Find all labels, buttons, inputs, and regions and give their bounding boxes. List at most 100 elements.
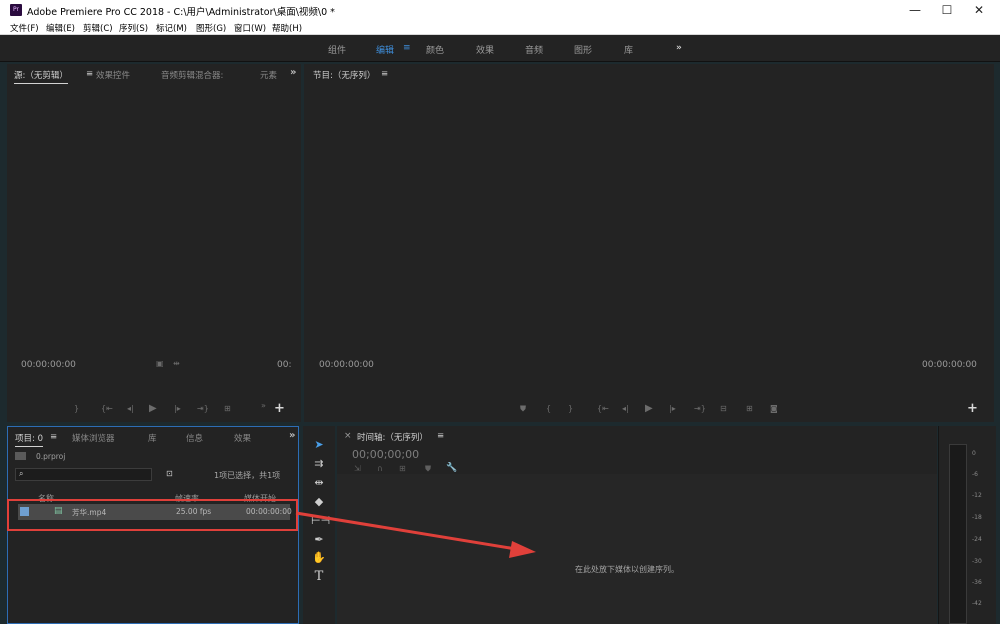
menu-edit[interactable]: 编辑(E) [46,22,75,34]
add-marker-icon[interactable]: ⛊ [520,404,526,414]
drag-audio-icon[interactable]: ⇹ [173,359,180,368]
menu-marker[interactable]: 标记(M) [156,22,187,34]
selection-info: 1项已选择，共1项 [214,471,281,480]
insert-sequence-icon[interactable]: ⇲ [354,464,361,473]
track-select-tool-icon[interactable]: ⇉ [311,456,327,472]
title-bar: Pr Adobe Premiere Pro CC 2018 - C:\用户\Ad… [0,0,1000,21]
program-timecode: 00:00:00:00 [319,360,374,370]
program-panel-tabs: 节目:（无序列） ≡ [304,64,994,81]
mark-out-icon[interactable]: } [74,404,79,413]
menu-graphics[interactable]: 图形(G) [196,22,226,34]
close-button[interactable]: ✕ [962,0,996,21]
meter-label: -36 [972,579,982,586]
tab-effects[interactable]: 效果 [234,432,251,444]
search-icon: ⌕ [19,469,24,478]
play-icon[interactable]: ▶ [149,403,157,414]
workspace-color[interactable]: 颜色 [426,43,444,56]
menu-clip[interactable]: 剪辑(C) [83,22,113,34]
linked-selection-icon[interactable]: ⊞ [399,464,406,473]
source-panel-tabs: 源:（无剪辑） ≡ 效果控件 音频剪辑混合器: 元素 » [7,64,301,84]
tab-info[interactable]: 信息 [186,432,203,444]
insert-icon[interactable]: ⊞ [224,404,231,413]
selection-tool-icon[interactable]: ➤ [311,437,327,453]
menu-file[interactable]: 文件(F) [10,22,39,34]
menu-bar: 文件(F) 编辑(E) 剪辑(C) 序列(S) 标记(M) 图形(G) 窗口(W… [0,21,1000,35]
timeline-timecode: 00;00;00;00 [352,448,420,461]
window-title: Adobe Premiere Pro CC 2018 - C:\用户\Admin… [27,7,335,18]
step-back-icon[interactable]: ◂| [127,404,134,413]
mark-in-icon[interactable]: { [546,404,551,413]
extract-icon[interactable]: ⊞ [746,404,753,413]
type-tool-icon[interactable]: T [311,569,327,585]
program-add-button-icon[interactable]: + [967,401,978,416]
project-panel-tabs: 项目: 0 ≡ 媒体浏览器 库 信息 效果 » [8,427,298,447]
step-back-icon[interactable]: ◂| [622,404,629,413]
tab-media-browser[interactable]: 媒体浏览器 [72,432,115,444]
source-duration: 00: [277,360,292,370]
source-monitor-panel: 源:（无剪辑） ≡ 效果控件 音频剪辑混合器: 元素 » 00:00:00:00… [7,64,301,422]
workspace-assembly[interactable]: 组件 [328,43,346,56]
meter-label: -6 [972,471,978,478]
source-more-controls-icon[interactable]: » [261,401,266,410]
hand-tool-icon[interactable]: ✋ [311,550,327,566]
meter-label: -30 [972,558,982,565]
workspace-audio[interactable]: 音频 [525,43,543,56]
workspace-more-button[interactable]: » [676,43,682,53]
drag-video-icon[interactable]: ▣ [156,359,164,368]
snap-icon[interactable]: ∩ [377,464,383,473]
tab-audio-clip-mixer[interactable]: 音频剪辑混合器: [161,69,223,81]
audio-meter-panel: 0 -6 -12 -18 -24 -30 -36 -42 [938,426,996,624]
export-frame-icon[interactable]: ◙ [770,404,778,413]
folder-icon [15,452,26,460]
workspace-menu-icon[interactable]: ≡ [403,43,411,53]
menu-help[interactable]: 帮助(H) [272,22,302,34]
workspace-graphics[interactable]: 图形 [574,43,592,56]
program-panel-menu-icon[interactable]: ≡ [381,69,388,79]
new-bin-from-search-icon[interactable]: ⊡ [166,469,173,478]
add-marker-icon[interactable]: ⛊ [425,464,431,474]
workspace-libraries[interactable]: 库 [624,43,633,56]
source-add-button-icon[interactable]: + [274,401,285,416]
project-panel-more-button[interactable]: » [289,430,295,441]
program-monitor-panel: 节目:（无序列） ≡ 00:00:00:00 00:00:00:00 ⛊ { }… [304,64,994,422]
search-input[interactable]: ⌕ [15,468,152,481]
project-panel-menu-icon[interactable]: ≡ [50,432,57,442]
razor-tool-icon[interactable]: ◆ [311,494,327,510]
wrench-icon[interactable]: 🔧 [446,463,457,473]
go-to-out-icon[interactable]: ⇥} [694,404,706,413]
meter-label: -42 [972,600,982,607]
timeline-close-button[interactable]: × [344,431,352,441]
menu-sequence[interactable]: 序列(S) [119,22,148,34]
lift-icon[interactable]: ⊟ [720,404,727,413]
ripple-edit-tool-icon[interactable]: ⇹ [311,475,327,491]
tab-libraries[interactable]: 库 [148,432,157,444]
timeline-track-area[interactable]: 在此处放下媒体以创建序列。 [337,474,937,624]
tab-source[interactable]: 源:（无剪辑） [14,69,68,84]
meter-label: -18 [972,514,982,521]
tab-essential[interactable]: 元素 [260,69,278,81]
source-panel-more-button[interactable]: » [290,67,296,78]
tab-effect-controls[interactable]: 效果控件 [96,69,130,81]
audio-level-bar [949,444,967,624]
go-to-out-icon[interactable]: ⇥} [197,404,209,413]
mark-out-icon[interactable]: } [568,404,573,413]
pen-tool-icon[interactable]: ✒ [311,532,327,548]
tab-program[interactable]: 节目:（无序列） [313,69,375,81]
workspace-effects[interactable]: 效果 [476,43,494,56]
source-panel-menu-icon[interactable]: ≡ [86,69,93,79]
go-to-in-icon[interactable]: {⇤ [101,404,113,413]
go-to-in-icon[interactable]: {⇤ [597,404,609,413]
play-icon[interactable]: ▶ [645,403,653,414]
step-forward-icon[interactable]: |▸ [174,404,181,413]
slip-tool-icon[interactable]: ⊢⊣ [311,513,330,529]
maximize-button[interactable]: ☐ [930,0,964,21]
drop-media-hint: 在此处放下媒体以创建序列。 [575,565,679,574]
step-forward-icon[interactable]: |▸ [669,404,676,413]
meter-label: -24 [972,536,982,543]
tab-project[interactable]: 项目: 0 [15,432,43,447]
minimize-button[interactable]: — [898,0,932,21]
timeline-menu-icon[interactable]: ≡ [437,431,444,441]
workspace-editing[interactable]: 编辑 [376,43,394,56]
menu-window[interactable]: 窗口(W) [234,22,266,34]
tab-timeline[interactable]: 时间轴:（无序列） [357,431,428,443]
